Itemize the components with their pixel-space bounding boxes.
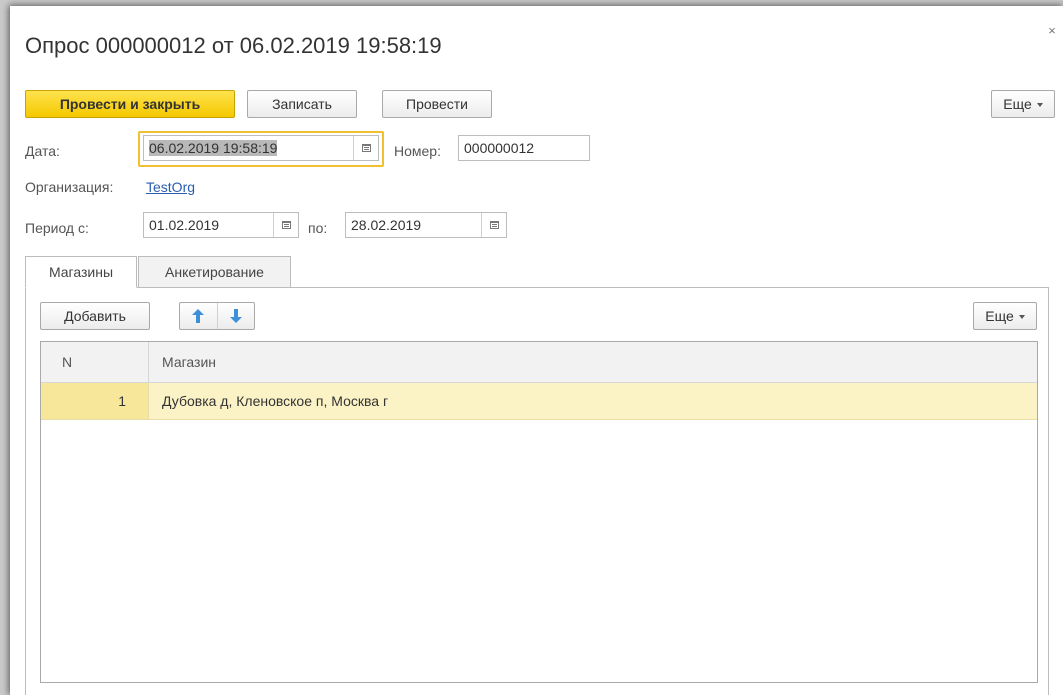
row-shop: Дубовка д, Кленовское п, Москва г: [162, 393, 389, 409]
chevron-down-icon: [1018, 315, 1025, 319]
period-to-calendar-button[interactable]: [481, 213, 506, 237]
column-header-shop[interactable]: Магазин: [149, 342, 1037, 382]
window-title: Опрос 000000012 от 06.02.2019 19:58:19: [25, 33, 442, 58]
add-button[interactable]: Добавить: [40, 302, 150, 330]
column-header-n[interactable]: N: [41, 342, 149, 382]
post-and-close-button[interactable]: Провести и закрыть: [25, 90, 235, 118]
move-up-button[interactable]: [180, 303, 217, 329]
document-window: Опрос 000000012 от 06.02.2019 19:58:19 ×…: [10, 6, 1063, 695]
row-number: 1: [41, 383, 149, 419]
arrow-up-icon: [192, 309, 205, 323]
period-label: Период с:: [25, 220, 89, 236]
move-down-button[interactable]: [216, 303, 255, 329]
shops-table[interactable]: N Магазин 1 Дубовка д, Кленовское п, Мос…: [40, 341, 1038, 683]
calendar-icon: [361, 144, 371, 152]
date-value: 06.02.2019 19:58:19: [149, 140, 278, 156]
number-label: Номер:: [394, 143, 441, 159]
arrow-down-icon: [229, 309, 242, 323]
calendar-icon: [489, 221, 499, 229]
chevron-down-icon: [1036, 103, 1043, 107]
period-from-calendar-button[interactable]: [273, 213, 298, 237]
period-to-field[interactable]: 28.02.2019: [345, 212, 507, 238]
period-to-value: 28.02.2019: [351, 217, 422, 233]
more-menu-button[interactable]: Еще: [991, 90, 1055, 118]
date-calendar-button[interactable]: [353, 136, 378, 160]
number-value: 000000012: [464, 140, 535, 156]
period-to-label: по:: [308, 220, 328, 236]
post-button[interactable]: Провести: [382, 90, 492, 118]
date-label: Дата:: [25, 143, 60, 159]
table-header: N Магазин: [41, 342, 1037, 383]
number-field[interactable]: 000000012: [458, 135, 590, 161]
tab-survey[interactable]: Анкетирование: [138, 256, 291, 288]
organization-link[interactable]: TestOrg: [146, 179, 195, 195]
close-icon[interactable]: ×: [1045, 24, 1059, 38]
table-more-menu-button[interactable]: Еще: [973, 302, 1037, 330]
more-menu-label: Еще: [1003, 96, 1032, 112]
period-from-value: 01.02.2019: [149, 217, 220, 233]
table-row[interactable]: 1 Дубовка д, Кленовское п, Москва г: [41, 383, 1037, 420]
organization-label: Организация:: [25, 179, 114, 195]
date-field[interactable]: 06.02.2019 19:58:19: [143, 135, 379, 161]
shops-panel: Добавить Еще N Магазин 1 Дубовка д, Клен…: [25, 287, 1049, 695]
write-button[interactable]: Записать: [247, 90, 357, 118]
table-more-menu-label: Еще: [985, 308, 1014, 324]
tab-shops[interactable]: Магазины: [25, 256, 137, 288]
move-buttons: [179, 302, 255, 330]
calendar-icon: [281, 221, 291, 229]
period-from-field[interactable]: 01.02.2019: [143, 212, 299, 238]
